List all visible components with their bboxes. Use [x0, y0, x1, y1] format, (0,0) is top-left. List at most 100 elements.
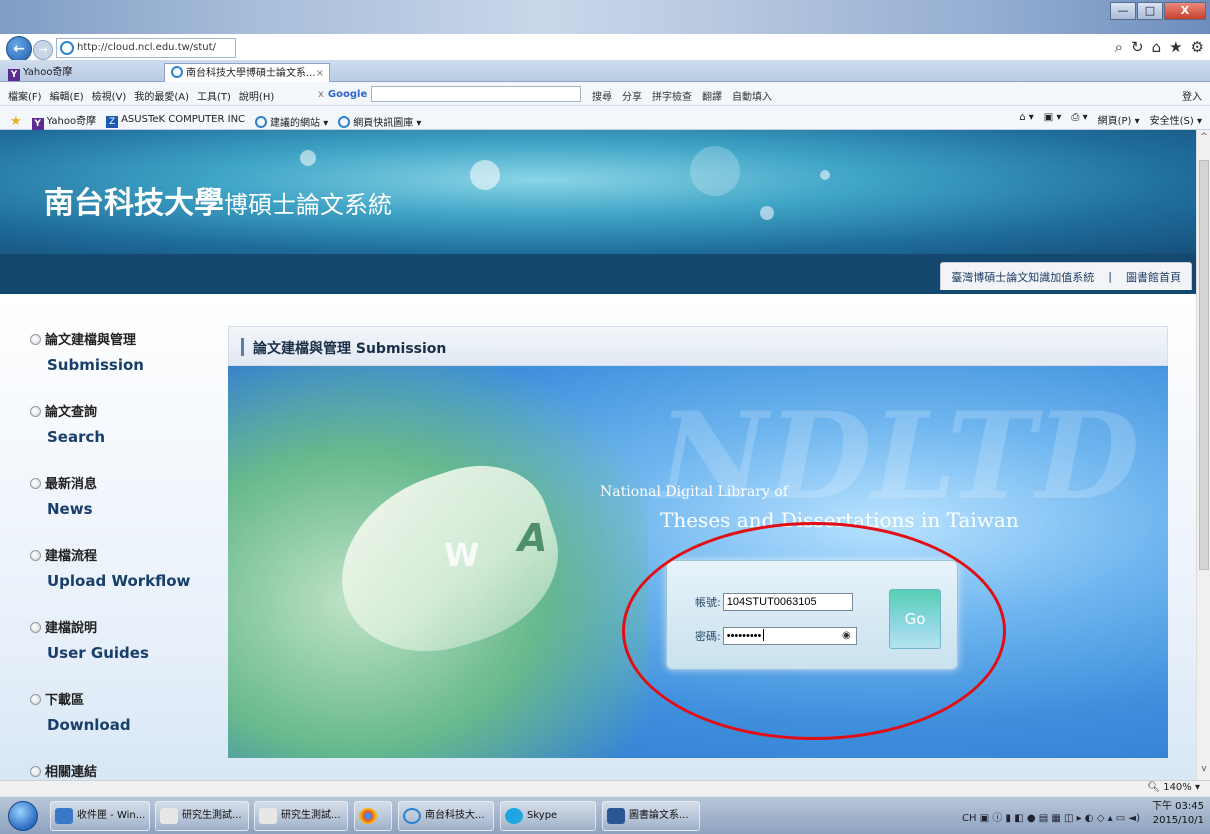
chrome-icon — [359, 808, 377, 824]
back-button[interactable]: ← — [6, 36, 32, 62]
sidebar-label-en: Submission — [47, 356, 144, 374]
home-icon[interactable]: ⌂ — [1152, 38, 1162, 56]
sidebar-item-search[interactable]: 論文查詢 Search — [30, 402, 220, 474]
taskbar-label: 收件匣 - Win... — [77, 810, 146, 821]
google-share-button[interactable]: 分享 — [622, 88, 642, 103]
ndltd-link[interactable]: 臺灣博碩士論文知識加值系統 — [951, 269, 1094, 285]
signin-link[interactable]: 登入 — [1182, 88, 1202, 103]
browser-right-tools: ⌕ ↻ ⌂ ★ ⚙ — [1115, 38, 1204, 56]
taskbar-item-outlook[interactable]: 收件匣 - Win... — [50, 801, 150, 831]
scroll-up-icon[interactable]: ^ — [1199, 132, 1209, 144]
system-clock[interactable]: 下午 03:45 2015/10/1 — [1152, 800, 1204, 828]
ime-indicator[interactable]: CH — [962, 813, 977, 824]
menu-items: 檔案(F) 編輯(E) 檢視(V) 我的最愛(A) 工具(T) 說明(H) — [8, 88, 274, 103]
menu-help[interactable]: 說明(H) — [239, 88, 274, 103]
sidebar-label-zh: 論文查詢 — [45, 405, 98, 420]
close-button[interactable]: X — [1164, 2, 1206, 20]
taskbar-item-test-1[interactable]: 研究生測試... — [155, 801, 249, 831]
sidebar-label-zh: 建檔說明 — [45, 621, 98, 636]
fav-yahoo-label: Yahoo奇摩 — [46, 116, 97, 127]
sidebar: 論文建檔與管理 Submission 論文查詢 Search 最新消息 News… — [30, 330, 220, 780]
taskbar-item-word[interactable]: 圖書論文系... — [602, 801, 700, 831]
tab-close-icon[interactable]: × — [316, 64, 324, 83]
print-icon[interactable]: ⎙ ▾ — [1071, 112, 1087, 127]
taskbar-item-ie[interactable]: 南台科技大... — [398, 801, 494, 831]
menu-view[interactable]: 檢視(V) — [92, 88, 127, 103]
forward-arrow-icon: → — [38, 43, 48, 56]
taskbar-item-test-2[interactable]: 研究生測試... — [254, 801, 348, 831]
toolbar-close-icon[interactable]: x — [318, 89, 324, 100]
sidebar-label-zh: 下載區 — [45, 693, 85, 708]
ndltd-watermark: NDLTD — [658, 386, 1140, 527]
maximize-button[interactable]: □ — [1137, 2, 1163, 20]
sidebar-item-news[interactable]: 最新消息 News — [30, 474, 220, 546]
fav-asus[interactable]: Z ASUSTeK COMPUTER INC — [106, 114, 245, 128]
forward-button[interactable]: → — [33, 40, 53, 60]
tab-yahoo-label: Yahoo奇摩 — [23, 67, 73, 78]
google-autofill-button[interactable]: 自動填入 — [732, 88, 772, 103]
page-scrollbar[interactable]: ^ v — [1196, 130, 1210, 780]
tab-strip: Y Yahoo奇摩 南台科技大學博碩士論文系... × — [0, 60, 1210, 82]
search-icon[interactable]: ⌕ — [1115, 38, 1123, 56]
fav-web-slices[interactable]: 網頁快訊圖庫 ▾ — [338, 114, 421, 129]
taskbar-item-skype[interactable]: Skype — [500, 801, 596, 831]
taskbar-label: Skype — [527, 810, 558, 821]
page-viewport: 南台科技大學博碩士論文系統 臺灣博碩士論文知識加值系統 | 圖書館首頁 論文建檔… — [0, 130, 1196, 780]
sidebar-label-en: User Guides — [47, 644, 149, 662]
start-button[interactable] — [8, 801, 38, 831]
address-bar[interactable]: http://cloud.ncl.edu.tw/stut/ — [56, 38, 236, 58]
skype-icon — [505, 808, 523, 824]
tab-thesis-system[interactable]: 南台科技大學博碩士論文系... × — [164, 63, 330, 82]
sidebar-item-submission[interactable]: 論文建檔與管理 Submission — [30, 330, 220, 402]
back-arrow-icon: ← — [13, 41, 25, 57]
fav-suggested-sites[interactable]: 建議的網站 ▾ — [255, 114, 328, 129]
section-title: 論文建檔與管理 Submission — [253, 341, 447, 357]
address-url: http://cloud.ncl.edu.tw/stut/ — [77, 42, 216, 53]
rss-icon[interactable]: ▣ ▾ — [1044, 112, 1062, 127]
favorites-star-icon[interactable]: ★ — [10, 114, 22, 129]
system-tray-icons: CH ▣ ⓘ ▮ ◧ ● ▤ ▦ ◫ ▸ ◐ ◇ ▴ ▭ ◄) — [962, 813, 1140, 824]
taskbar-label: 研究生測試... — [182, 810, 242, 821]
sidebar-label-en: News — [47, 500, 93, 518]
sidebar-label-zh: 論文建檔與管理 — [45, 333, 137, 348]
zoom-level: 140% — [1163, 782, 1192, 793]
scroll-down-icon[interactable]: v — [1199, 764, 1209, 776]
menu-file[interactable]: 檔案(F) — [8, 88, 42, 103]
google-search-button[interactable]: 搜尋 — [592, 88, 612, 103]
menu-favorites[interactable]: 我的最愛(A) — [134, 88, 189, 103]
google-spellcheck-button[interactable]: 拼字檢查 — [652, 88, 692, 103]
sidebar-item-links[interactable]: 相關連結 — [30, 762, 220, 780]
site-title: 南台科技大學博碩士論文系統 — [44, 178, 392, 222]
home-icon[interactable]: ⌂ ▾ — [1019, 112, 1034, 127]
sidebar-label-en: Upload Workflow — [47, 572, 191, 590]
refresh-icon[interactable]: ↻ — [1131, 38, 1144, 56]
scroll-thumb[interactable] — [1199, 160, 1209, 570]
fav-suggested-label: 建議的網站 ▾ — [270, 117, 329, 129]
safety-menu[interactable]: 安全性(S) ▾ — [1150, 112, 1202, 127]
taskbar-item-chrome[interactable] — [354, 801, 392, 831]
google-translate-button[interactable]: 翻譯 — [702, 88, 722, 103]
folder-icon — [160, 808, 178, 824]
library-home-link[interactable]: 圖書館首頁 — [1126, 269, 1181, 285]
fav-yahoo[interactable]: Y Yahoo奇摩 — [31, 112, 97, 130]
tab-yahoo[interactable]: Y Yahoo奇摩 — [2, 63, 162, 82]
sidebar-label-zh: 最新消息 — [45, 477, 98, 492]
menu-tools[interactable]: 工具(T) — [197, 88, 231, 103]
asus-icon: Z — [106, 116, 119, 128]
page-menu[interactable]: 網頁(P) ▾ — [1098, 112, 1140, 127]
sidebar-item-guides[interactable]: 建檔說明 User Guides — [30, 618, 220, 690]
fav-asus-label: ASUSTeK COMPUTER INC — [121, 114, 246, 125]
menu-edit[interactable]: 編輯(E) — [50, 88, 84, 103]
favorites-star-icon[interactable]: ★ — [1169, 38, 1182, 56]
tab-thesis-label: 南台科技大學博碩士論文系... — [186, 68, 316, 79]
bullet-icon — [30, 334, 41, 345]
gear-icon[interactable]: ⚙ — [1191, 38, 1204, 56]
fav-slices-label: 網頁快訊圖庫 ▾ — [353, 117, 422, 129]
sidebar-item-workflow[interactable]: 建檔流程 Upload Workflow — [30, 546, 220, 618]
zoom-control[interactable]: 🔍︎ 140% ▾ — [1147, 782, 1200, 793]
sidebar-item-download[interactable]: 下載區 Download — [30, 690, 220, 762]
bullet-icon — [30, 622, 41, 633]
google-search-input[interactable] — [371, 86, 582, 102]
minimize-button[interactable]: — — [1110, 2, 1136, 20]
header-accent-bar — [241, 338, 244, 356]
